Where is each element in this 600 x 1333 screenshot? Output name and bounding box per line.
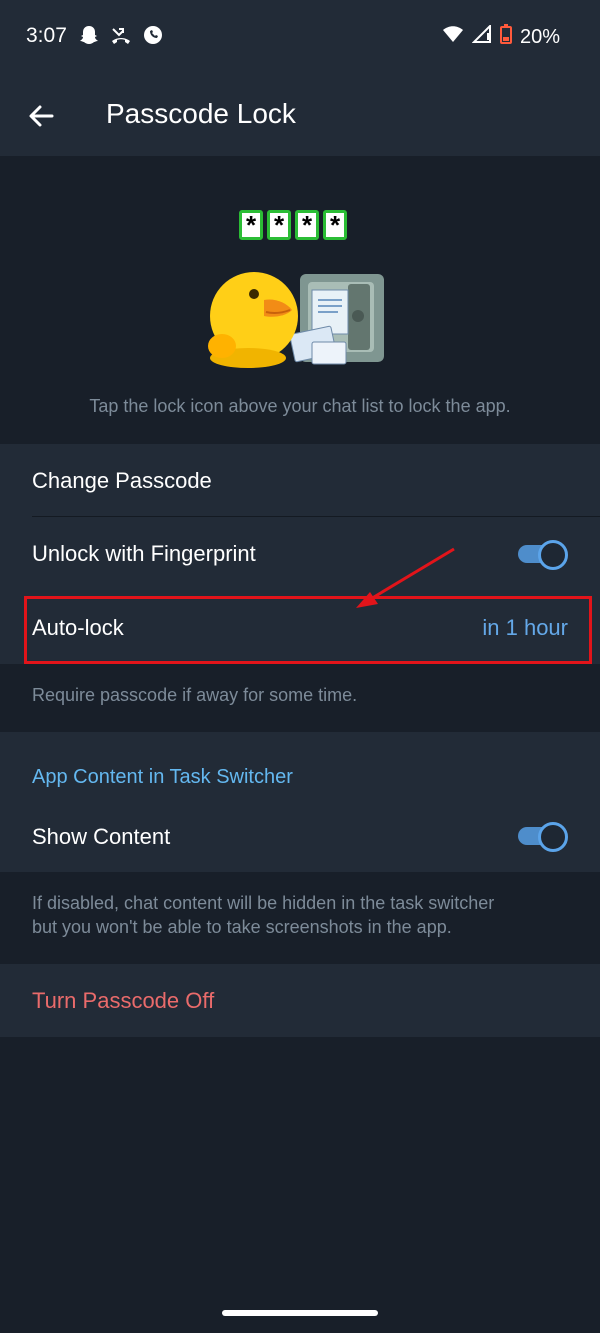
change-passcode-label: Change Passcode [32, 468, 212, 493]
back-button[interactable] [22, 96, 62, 136]
toggle-thumb [538, 822, 568, 852]
turn-off-card: Turn Passcode Off [0, 964, 600, 1037]
fingerprint-row[interactable]: Unlock with Fingerprint [0, 517, 600, 590]
signal-icon [471, 23, 492, 49]
hero-caption: Tap the lock icon above your chat list t… [89, 396, 511, 416]
annotation-highlight-box [24, 596, 592, 664]
fingerprint-label: Unlock with Fingerprint [32, 541, 256, 566]
app-bar: Passcode Lock [0, 76, 600, 156]
auto-lock-hint: Require passcode if away for some time. [32, 685, 358, 705]
pin-digit: * [239, 210, 263, 240]
change-passcode-row[interactable]: Change Passcode [0, 444, 600, 517]
turn-passcode-off-row[interactable]: Turn Passcode Off [0, 964, 600, 1037]
show-content-row[interactable]: Show Content [0, 800, 600, 873]
show-content-label: Show Content [32, 824, 171, 849]
toggle-thumb [538, 540, 568, 570]
show-content-toggle[interactable] [518, 822, 568, 852]
snapchat-icon [78, 24, 100, 46]
battery-percent: 20% [519, 25, 560, 48]
wifi-icon [442, 25, 464, 49]
status-bar: 3:07 20% [0, 0, 600, 76]
pin-digit: * [295, 210, 319, 240]
pin-digit: * [267, 210, 291, 240]
task-switcher-hint: If disabled, chat content will be hidden… [32, 891, 494, 939]
home-indicator[interactable] [222, 1310, 378, 1316]
passcode-hero: * * * * Tap the lock icon above your cha… [0, 156, 600, 444]
pin-digit: * [323, 210, 347, 240]
fingerprint-toggle[interactable] [518, 540, 568, 570]
task-switcher-hint-line2: but you won't be able to take screenshot… [32, 917, 452, 937]
arrow-left-icon [29, 105, 54, 127]
pin-illustration: * * * * [239, 210, 347, 240]
task-switcher-card: App Content in Task Switcher Show Conten… [0, 732, 600, 872]
missed-call-icon [110, 24, 132, 46]
status-time: 3:07 [26, 24, 67, 47]
battery-icon [499, 24, 512, 50]
turn-passcode-off-label: Turn Passcode Off [32, 988, 215, 1013]
duck-safe-illustration [208, 272, 384, 368]
whatsapp-icon [142, 24, 164, 46]
task-switcher-hint-line1: If disabled, chat content will be hidden… [32, 893, 495, 913]
task-switcher-header: App Content in Task Switcher [32, 766, 293, 788]
annotation-arrow-icon [356, 547, 455, 608]
page-title: Passcode Lock [106, 98, 296, 129]
